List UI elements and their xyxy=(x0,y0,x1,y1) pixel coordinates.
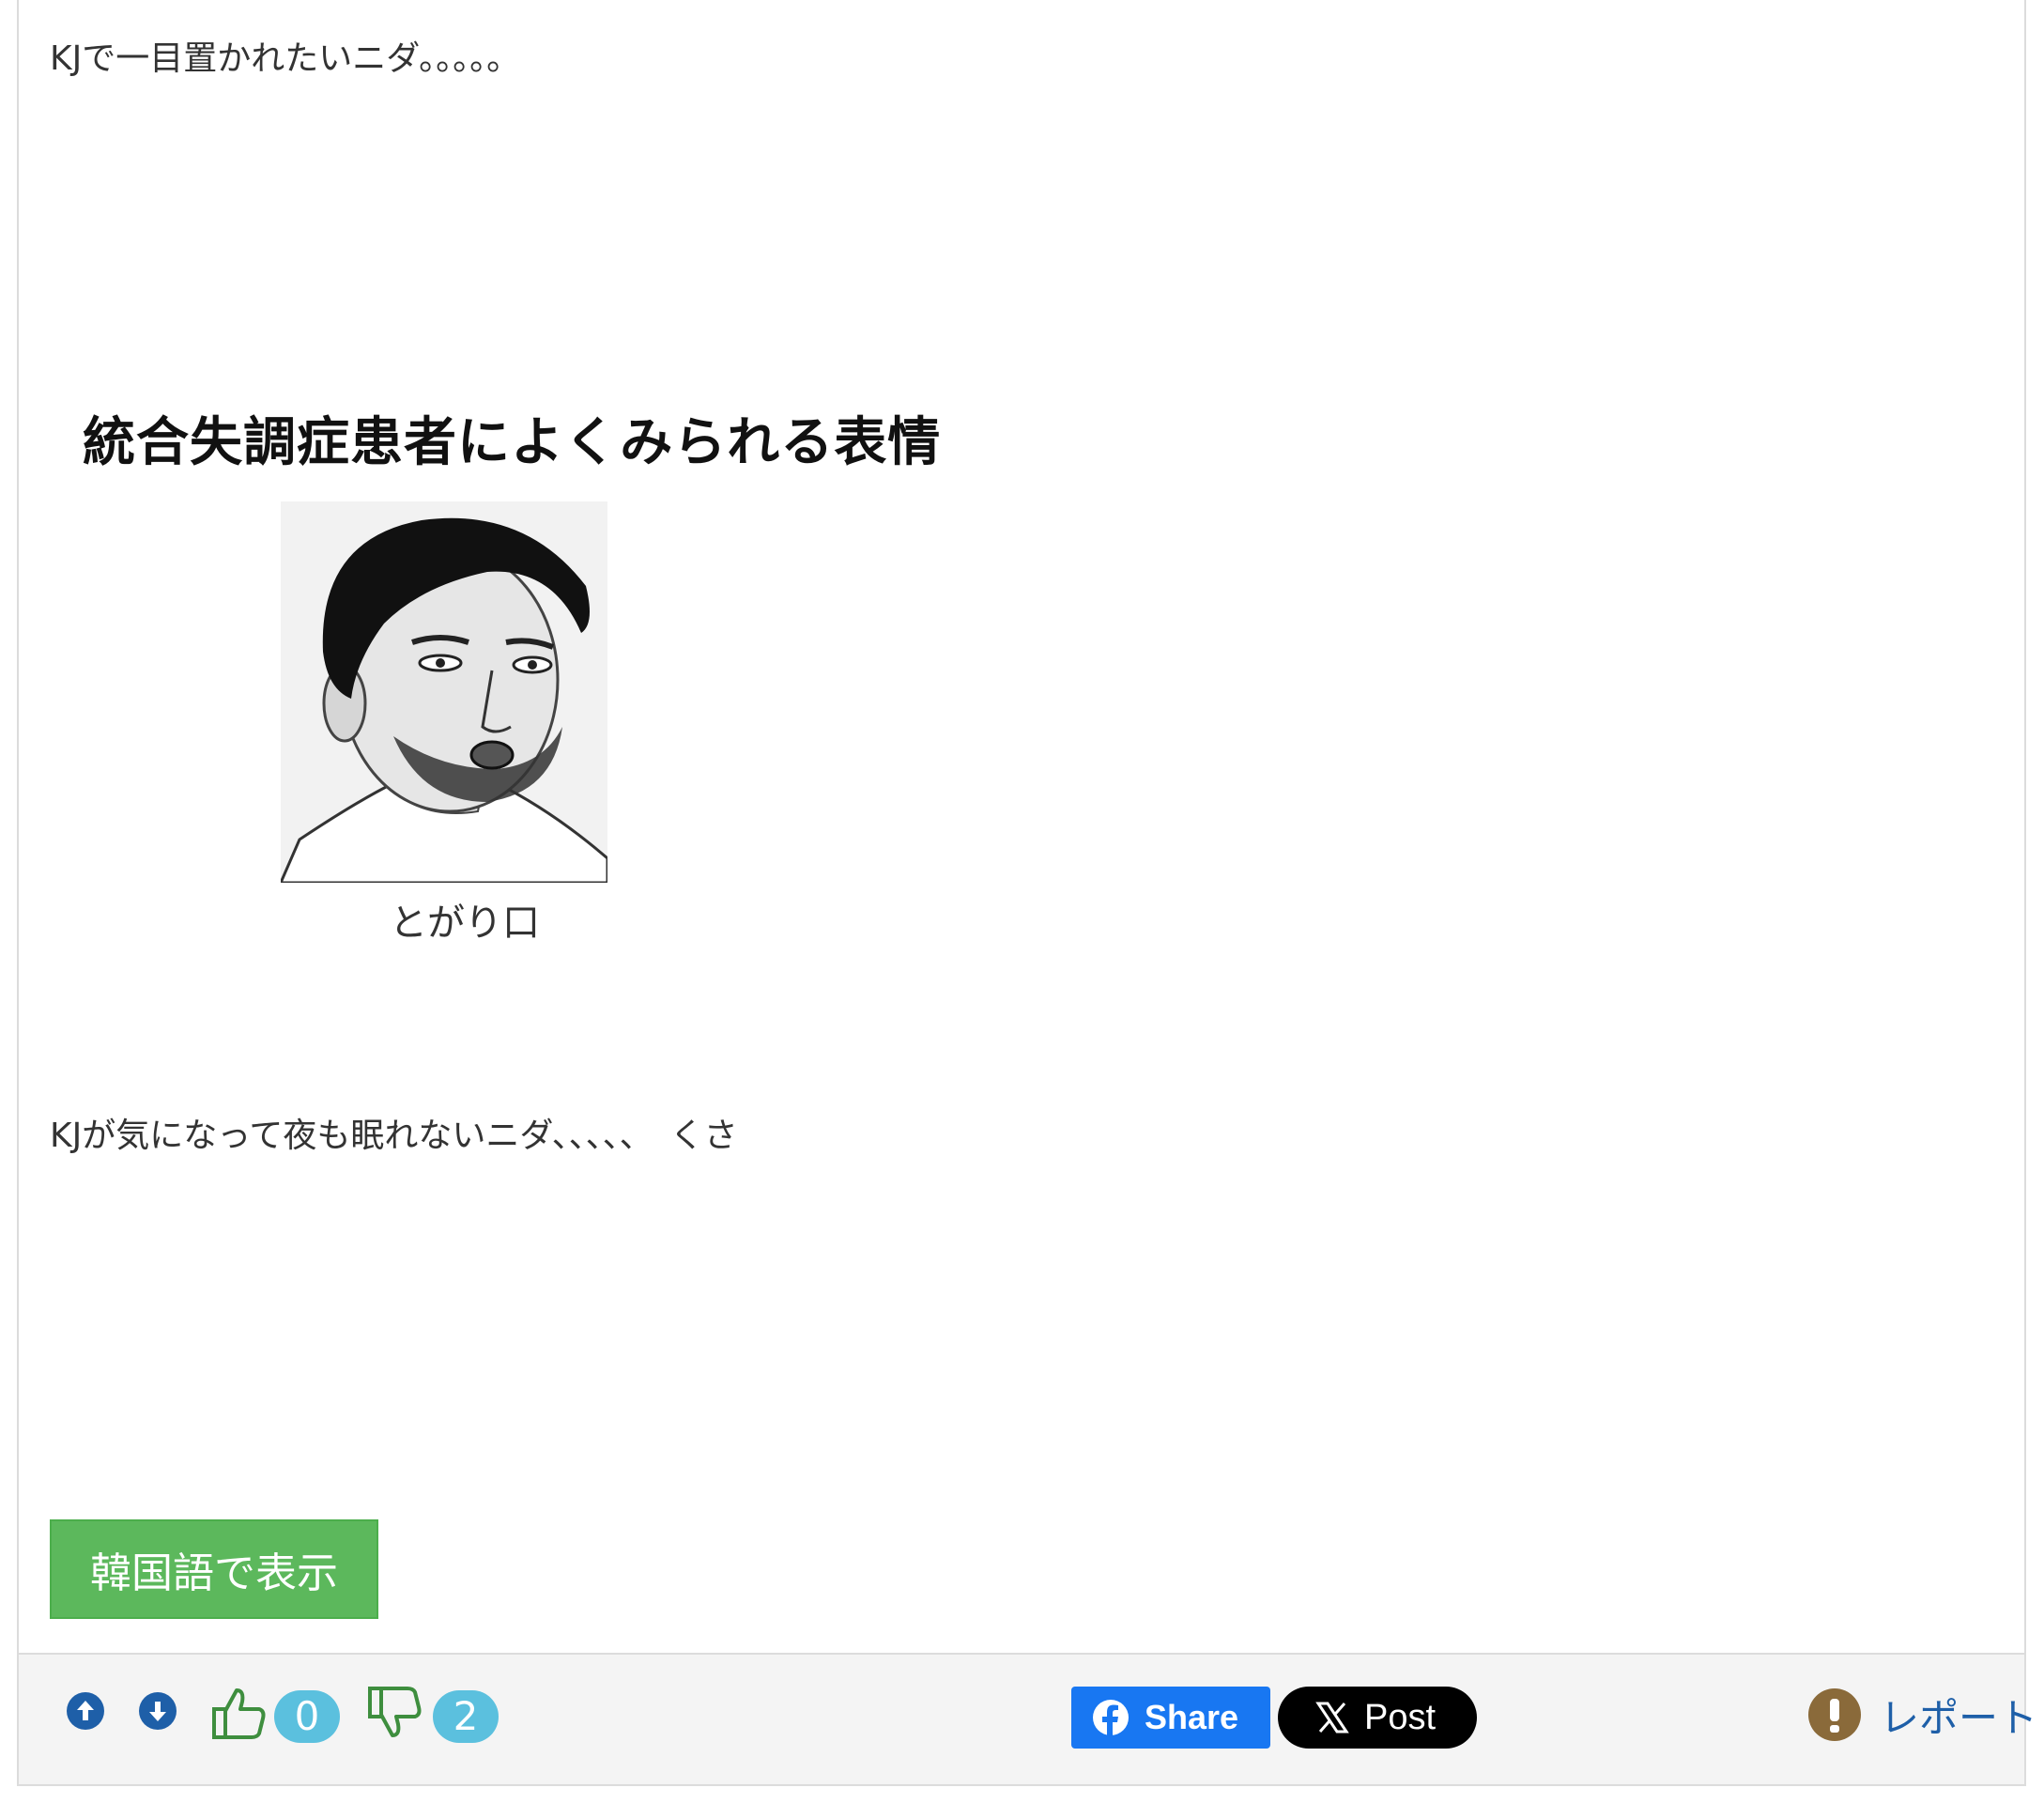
post-toolbar: 0 2 Share Post レポート xyxy=(19,1653,2037,1784)
facebook-share-label: Share xyxy=(1145,1698,1239,1736)
embedded-image: 統合失調症患者によくみられる表情 とがり口 xyxy=(59,381,940,954)
report-label: レポート xyxy=(1880,1694,2038,1741)
x-post-label: Post xyxy=(1364,1697,1437,1737)
facebook-share-button[interactable]: Share xyxy=(1071,1687,1270,1749)
thumbs-down-icon[interactable] xyxy=(364,1683,424,1743)
image-caption: とがり口 xyxy=(390,902,540,945)
x-logo-icon xyxy=(1315,1701,1349,1734)
arrow-up-circle-icon[interactable] xyxy=(67,1692,104,1730)
post-container: KJで一目置かれたいニダ。。。。。 統合失調症患者によくみられる表情 とがり口 … xyxy=(17,0,2037,1786)
exclamation-icon xyxy=(1808,1688,1861,1741)
thumbs-up-icon[interactable] xyxy=(208,1683,269,1743)
report-link[interactable]: レポート xyxy=(1808,1687,2037,1743)
arrow-down-circle-icon[interactable] xyxy=(139,1692,177,1730)
post-text-line-1: KJで一目置かれたいニダ。。。。。 xyxy=(50,39,521,78)
show-in-korean-button[interactable]: 韓国語で表示 xyxy=(50,1519,378,1619)
x-post-button[interactable]: Post xyxy=(1278,1687,1477,1749)
like-count-badge: 0 xyxy=(274,1690,340,1743)
dislike-count-badge: 2 xyxy=(433,1690,499,1743)
face-drawing xyxy=(281,501,607,883)
image-title: 統合失調症患者によくみられる表情 xyxy=(83,412,942,473)
post-text-line-2: KJが気になって夜も眠れないニダ、、、、、 くさ xyxy=(50,1117,738,1155)
post-body: KJで一目置かれたいニダ。。。。。 統合失調症患者によくみられる表情 とがり口 … xyxy=(19,0,2024,1653)
facebook-icon xyxy=(1092,1699,1130,1736)
